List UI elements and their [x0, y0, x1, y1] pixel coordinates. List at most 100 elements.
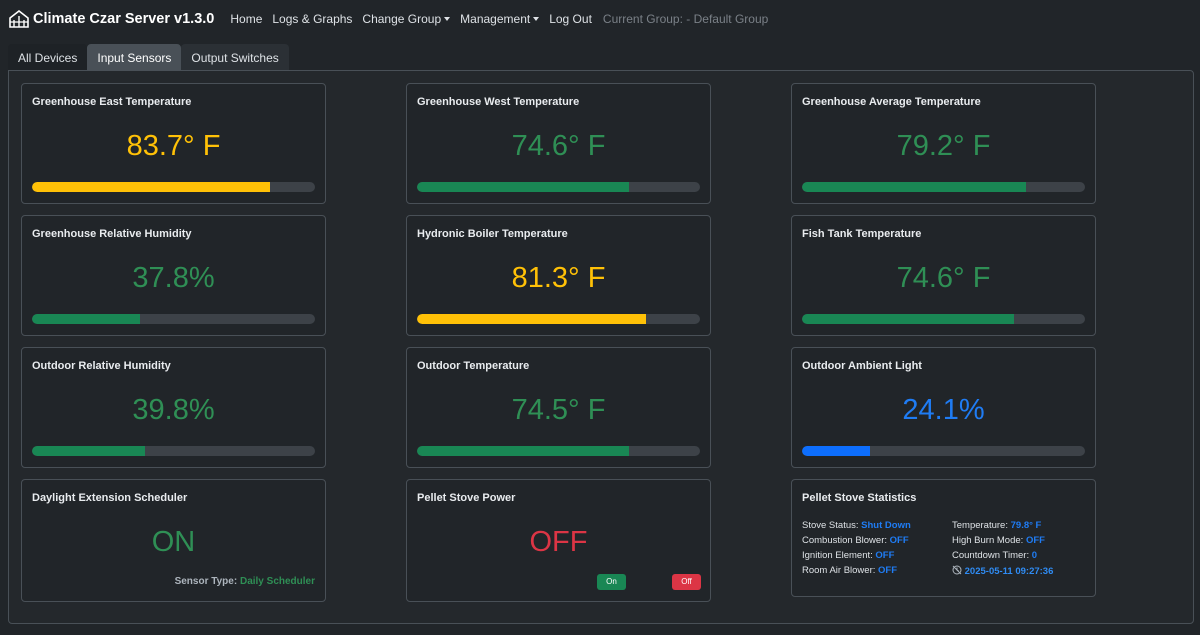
- daylight-state: ON: [151, 526, 196, 558]
- sensor-value: 74.6° F: [896, 262, 991, 294]
- sensor-type-label: Sensor Type:: [174, 576, 238, 587]
- stat-combustion-blower: Combustion Blower: OFF: [802, 535, 909, 546]
- daylight-title: Daylight Extension Scheduler: [32, 492, 188, 504]
- current-group-text: Current Group: - Default Group: [602, 12, 769, 26]
- nav-change-group[interactable]: Change Group: [362, 12, 451, 26]
- sensor-card[interactable]: Greenhouse Average Temperature 79.2° F: [791, 83, 1096, 204]
- caret-down-icon: [444, 17, 451, 21]
- sensor-progress-bar: [417, 314, 700, 324]
- tab-input-sensors[interactable]: Input Sensors: [87, 44, 182, 70]
- sensor-progress-fill: [417, 314, 647, 324]
- sensor-progress-fill: [417, 446, 630, 456]
- stat-value: 79.8° F: [1010, 520, 1042, 531]
- sensor-value: 39.8%: [132, 394, 215, 426]
- sensor-progress-fill: [802, 182, 1026, 192]
- sensor-value: 74.5° F: [511, 394, 606, 426]
- tab-all-devices[interactable]: All Devices: [8, 44, 88, 70]
- sensor-progress-bar: [802, 314, 1085, 324]
- sensor-card[interactable]: Greenhouse West Temperature 74.6° F: [406, 83, 711, 204]
- sensor-grid: Greenhouse East Temperature 83.7° F Gree…: [8, 70, 1194, 624]
- stat-value: OFF: [889, 535, 909, 546]
- sensor-title: Greenhouse West Temperature: [417, 96, 580, 108]
- greenhouse-logo-icon: [9, 10, 29, 28]
- stat-label: Stove Status:: [802, 520, 859, 531]
- sensor-card[interactable]: Outdoor Temperature 74.5° F: [406, 347, 711, 468]
- stat-value: Shut Down: [861, 520, 911, 531]
- sensor-progress-bar: [417, 446, 700, 456]
- stat-label: Countdown Timer:: [952, 550, 1030, 561]
- sensor-progress-fill: [802, 446, 870, 456]
- sensor-title: Fish Tank Temperature: [802, 228, 922, 240]
- nav-change-group-label: Change Group: [362, 12, 442, 26]
- sensor-card[interactable]: Outdoor Relative Humidity 39.8%: [21, 347, 326, 468]
- stat-value: OFF: [875, 550, 895, 561]
- stat-label: High Burn Mode:: [952, 535, 1024, 546]
- tab-output-switches[interactable]: Output Switches: [181, 44, 289, 70]
- power-off-button[interactable]: Off: [672, 574, 701, 590]
- brand[interactable]: Climate Czar Server v1.3.0: [9, 10, 214, 28]
- sensor-progress-bar: [32, 446, 315, 456]
- app-title: Climate Czar Server v1.3.0: [33, 11, 215, 27]
- nav-logs-graphs[interactable]: Logs & Graphs: [272, 12, 352, 26]
- daylight-scheduler-card[interactable]: Daylight Extension Scheduler ON Sensor T…: [21, 479, 326, 602]
- clock-off-icon: [952, 565, 962, 575]
- stat-timestamp: 2025-05-11 09:27:36: [952, 565, 1053, 577]
- pellet-stove-stats-card: Pellet Stove Statistics Stove Status: Sh…: [791, 479, 1096, 597]
- sensor-progress-fill: [417, 182, 630, 192]
- sensor-value: 83.7° F: [126, 130, 221, 162]
- sensor-title: Outdoor Relative Humidity: [32, 360, 171, 372]
- sensor-type-text: Sensor Type: Daily Scheduler: [175, 576, 315, 587]
- stat-label: Room Air Blower:: [802, 565, 876, 576]
- stat-temperature: Temperature: 79.8° F: [952, 520, 1041, 531]
- sensor-progress-fill: [32, 182, 270, 192]
- caret-down-icon: [533, 17, 540, 21]
- power-on-button[interactable]: On: [597, 574, 626, 590]
- sensor-progress-fill: [32, 314, 140, 324]
- sensor-value: 81.3° F: [511, 262, 606, 294]
- sensor-card[interactable]: Greenhouse East Temperature 83.7° F: [21, 83, 326, 204]
- device-tabs: All Devices Input Sensors Output Switche…: [8, 44, 289, 70]
- sensor-type-value: Daily Scheduler: [239, 576, 315, 587]
- stat-label: Combustion Blower:: [802, 535, 888, 546]
- sensor-card[interactable]: Fish Tank Temperature 74.6° F: [791, 215, 1096, 336]
- sensor-progress-bar: [802, 182, 1085, 192]
- sensor-card[interactable]: Greenhouse Relative Humidity 37.8%: [21, 215, 326, 336]
- sensor-value: 37.8%: [132, 262, 215, 294]
- sensor-progress-fill: [802, 314, 1015, 324]
- stat-timestamp-value: 2025-05-11 09:27:36: [964, 566, 1054, 577]
- sensor-title: Greenhouse Average Temperature: [802, 96, 981, 108]
- nav-management[interactable]: Management: [460, 12, 540, 26]
- sensor-progress-fill: [32, 446, 146, 456]
- stat-label: Temperature:: [952, 520, 1008, 531]
- pellet-stove-power-card: Pellet Stove Power OFF On Off: [406, 479, 711, 602]
- sensor-progress-bar: [417, 182, 700, 192]
- stat-value: 0: [1031, 550, 1038, 561]
- stat-ignition-element: Ignition Element: OFF: [802, 550, 894, 561]
- sensor-value: 79.2° F: [896, 130, 991, 162]
- sensor-title: Outdoor Ambient Light: [802, 360, 922, 372]
- sensor-title: Greenhouse Relative Humidity: [32, 228, 192, 240]
- pellet-power-state: OFF: [529, 526, 588, 558]
- sensor-card[interactable]: Outdoor Ambient Light 24.1%: [791, 347, 1096, 468]
- stat-stove-status: Stove Status: Shut Down: [802, 520, 911, 531]
- stat-value: OFF: [878, 565, 898, 576]
- sensor-value: 24.1%: [902, 394, 985, 426]
- sensor-title: Hydronic Boiler Temperature: [417, 228, 568, 240]
- stat-label: Ignition Element:: [802, 550, 873, 561]
- sensor-title: Outdoor Temperature: [417, 360, 530, 372]
- stat-countdown-timer: Countdown Timer: 0: [952, 550, 1037, 561]
- sensor-progress-bar: [32, 182, 315, 192]
- nav-home[interactable]: Home: [230, 12, 262, 26]
- sensor-progress-bar: [802, 446, 1085, 456]
- sensor-title: Greenhouse East Temperature: [32, 96, 192, 108]
- sensor-progress-bar: [32, 314, 315, 324]
- stat-high-burn-mode: High Burn Mode: OFF: [952, 535, 1045, 546]
- sensor-value: 74.6° F: [511, 130, 606, 162]
- nav-logout[interactable]: Log Out: [549, 12, 592, 26]
- stat-room-air-blower: Room Air Blower: OFF: [802, 565, 897, 576]
- pellet-stats-title: Pellet Stove Statistics: [802, 492, 917, 504]
- sensor-card[interactable]: Hydronic Boiler Temperature 81.3° F: [406, 215, 711, 336]
- nav-management-label: Management: [460, 12, 531, 26]
- pellet-power-title: Pellet Stove Power: [417, 492, 516, 504]
- stat-value: OFF: [1025, 535, 1045, 546]
